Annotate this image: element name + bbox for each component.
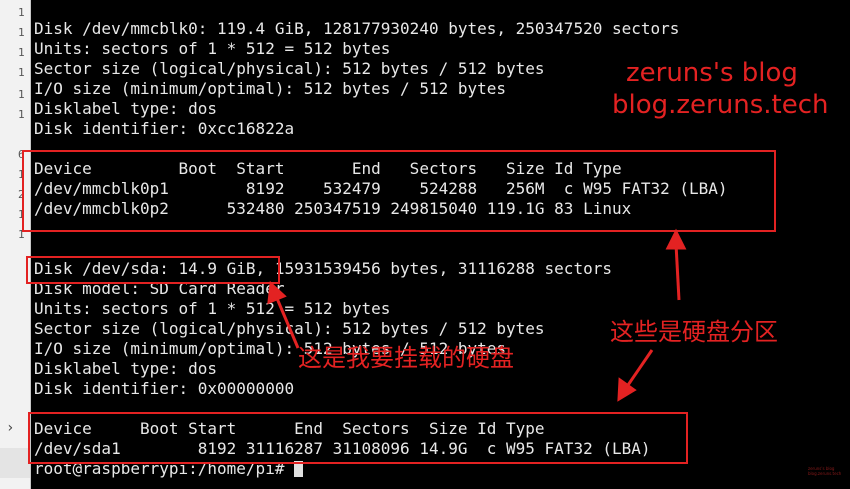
- arrow-to-partition-table: [674, 243, 681, 301]
- arrow-head-icon: [665, 228, 687, 250]
- arrow-head-icon: [267, 280, 287, 305]
- partitions-note-annotation: 这些是硬盘分区: [610, 318, 778, 346]
- arrow-head-icon: [617, 377, 637, 402]
- watermark-logo: zeruns's blog blog.zeruns.tech: [808, 466, 842, 484]
- blog-url-annotation: blog.zeruns.tech: [612, 90, 829, 120]
- watermark-line: blog.zeruns.tech: [808, 471, 842, 476]
- arrow-to-disk-size: [274, 295, 300, 349]
- blog-name-annotation: zeruns's blog: [626, 58, 798, 88]
- mount-note-annotation: 这是我要挂载的硬盘: [298, 344, 514, 372]
- arrow-to-sda-partition: [624, 349, 654, 389]
